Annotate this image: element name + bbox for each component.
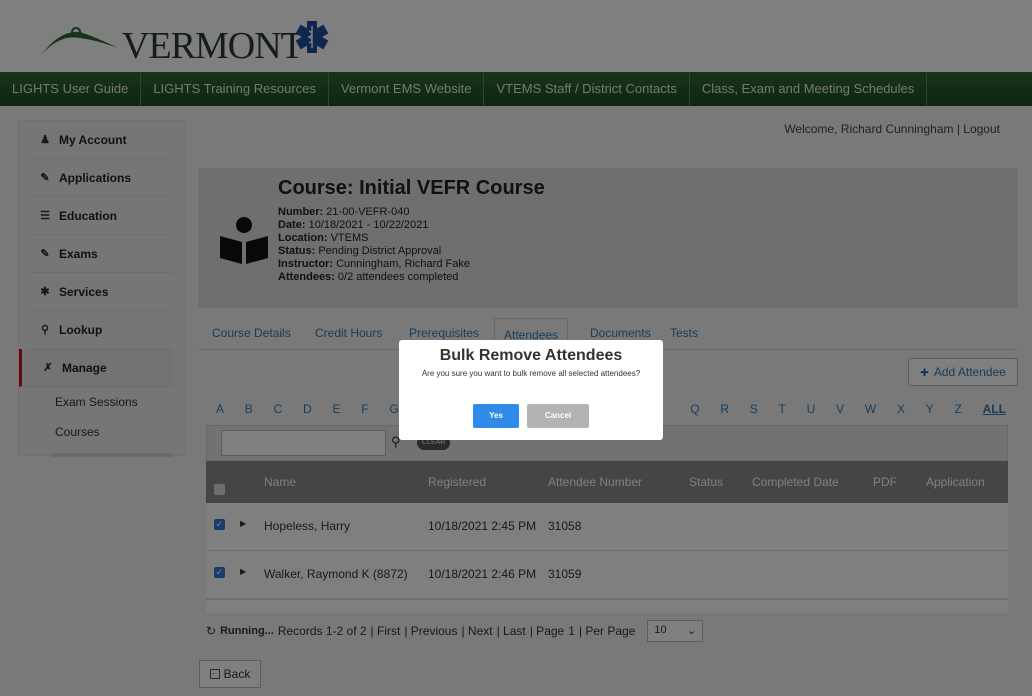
yes-button[interactable]: Yes [473, 404, 519, 428]
dialog-message: Are you sure you want to bulk remove all… [421, 369, 641, 378]
bulk-remove-dialog: Bulk Remove Attendees Are you sure you w… [399, 340, 663, 440]
cancel-button[interactable]: Cancel [527, 404, 589, 428]
dialog-title: Bulk Remove Attendees [439, 347, 623, 364]
dialog-buttons: Yes Cancel [399, 404, 663, 428]
